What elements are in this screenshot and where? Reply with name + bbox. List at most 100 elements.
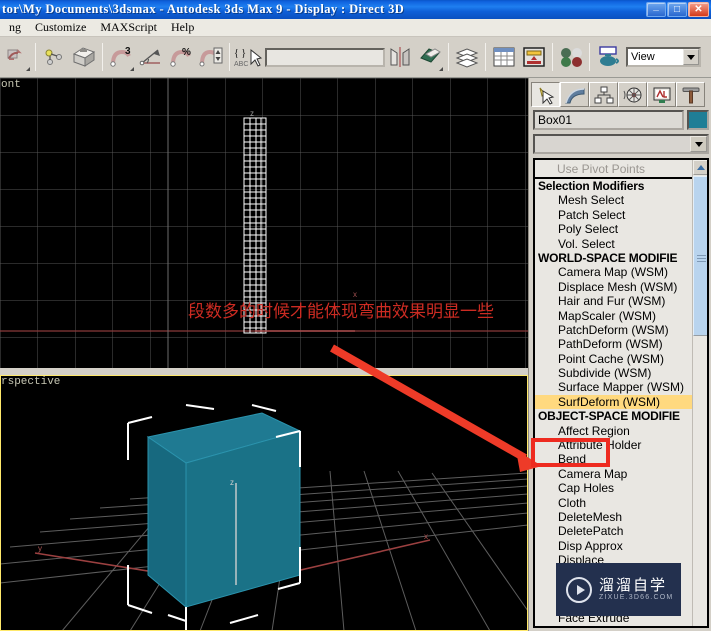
named-selection-sets-icon[interactable]: { } ABC [233, 41, 263, 73]
modifier-list-item[interactable]: Surface Mapper (WSM) [535, 380, 707, 394]
watermark: 溜溜自学 ZIXUE.3D66.COM [556, 563, 681, 616]
menu-maxscript[interactable]: MAXScript [93, 19, 164, 36]
flyout-corner [26, 67, 30, 71]
curve-editor-icon[interactable] [489, 41, 519, 73]
modifier-list-item[interactable]: Disp Approx [535, 539, 707, 553]
toolbar-separator [485, 43, 486, 71]
modifier-list-item[interactable]: PatchDeform (WSM) [535, 323, 707, 337]
angle-snap-icon[interactable] [136, 41, 166, 73]
toolbar-separator [448, 43, 449, 71]
scrollbar-grip-icon [697, 255, 706, 267]
command-panel-tabs [531, 82, 710, 107]
named-selection-input[interactable] [265, 47, 385, 67]
modifier-list-scrollbar[interactable] [692, 160, 707, 626]
modifier-list-item[interactable]: Camera Map (WSM) [535, 265, 707, 279]
coordinate-system-dropdown[interactable]: View [626, 47, 701, 67]
render-setup-icon[interactable] [593, 41, 623, 73]
modifier-list-item[interactable]: PathDeform (WSM) [535, 337, 707, 351]
viewport-perspective[interactable]: z x y rspective [0, 375, 528, 631]
window-title-bar: tor\My Documents\3dsmax - Autodesk 3ds M… [0, 0, 711, 19]
modifier-list-item[interactable]: Mesh Select [535, 193, 707, 207]
maximize-button[interactable]: □ [667, 2, 687, 17]
svg-text:%: % [182, 47, 191, 58]
select-link-icon[interactable] [39, 41, 69, 73]
viewport-splitter[interactable] [0, 368, 528, 375]
annotation-text: 段数多的时候才能体现弯曲效果明显一些 [188, 302, 494, 322]
modifier-list-item[interactable]: DeletePatch [535, 524, 707, 538]
maximize-icon: □ [673, 4, 681, 15]
chevron-down-icon[interactable] [683, 49, 699, 65]
modifier-list-item[interactable]: Vol. Select [535, 237, 707, 251]
material-editor-icon[interactable] [556, 41, 586, 73]
rotate-3-icon[interactable]: 3 [106, 41, 136, 73]
tab-create[interactable] [531, 82, 560, 107]
bind-space-warp-icon[interactable] [69, 41, 99, 73]
watermark-text: 溜溜自学 ZIXUE.3D66.COM [599, 577, 673, 602]
tab-motion[interactable] [618, 82, 647, 107]
modifier-list-item[interactable]: Cap Holes [535, 481, 707, 495]
svg-text:x: x [424, 532, 428, 541]
object-name-field[interactable]: Box01 [533, 110, 684, 130]
chevron-down-icon[interactable] [690, 136, 707, 152]
menu-rendering[interactable]: ng [2, 19, 28, 36]
watermark-cn: 溜溜自学 [599, 576, 668, 594]
modifier-list-dropdown[interactable] [533, 134, 709, 154]
close-button[interactable]: ✕ [688, 2, 709, 17]
modifier-list-item[interactable]: Hair and Fur (WSM) [535, 294, 707, 308]
tab-modify[interactable] [560, 82, 589, 107]
scrollbar-thumb[interactable] [693, 176, 707, 336]
svg-text:ABC: ABC [234, 61, 248, 68]
modifier-list-item[interactable]: Point Cache (WSM) [535, 352, 707, 366]
minimize-button[interactable]: _ [646, 2, 666, 17]
tab-hierarchy[interactable] [589, 82, 618, 107]
flyout-corner [439, 67, 443, 71]
modifier-list-item[interactable]: Affect Region [535, 424, 707, 438]
toolbar-separator [102, 43, 103, 71]
minimize-icon: _ [653, 1, 659, 12]
menu-help[interactable]: Help [164, 19, 201, 36]
percent-snap-icon[interactable]: % [166, 41, 196, 73]
viewport-perspective-label: rspective [1, 376, 61, 388]
watermark-en: ZIXUE.3D66.COM [599, 594, 674, 601]
modifier-list-item[interactable]: SurfDeform (WSM) [535, 394, 707, 410]
undo-icon[interactable] [2, 41, 32, 73]
modifier-list-item[interactable]: Patch Select [535, 208, 707, 222]
modifier-list-item[interactable]: Poly Select [535, 222, 707, 236]
viewport-area: z x ont z x y rspective [0, 78, 528, 631]
toolbar-separator [552, 43, 553, 71]
window-controls: _ □ ✕ [646, 2, 711, 17]
svg-text:{ }: { } [234, 48, 246, 59]
modifier-list-item[interactable]: Camera Map [535, 467, 707, 481]
align-icon[interactable] [415, 41, 445, 73]
modifier-list-item[interactable]: Cloth [535, 496, 707, 510]
mirror-icon[interactable] [385, 41, 415, 73]
scroll-up-button[interactable] [693, 160, 707, 175]
tab-display[interactable] [647, 82, 676, 107]
menu-customize[interactable]: Customize [28, 19, 93, 36]
schematic-view-icon[interactable] [519, 41, 549, 73]
toolbar-separator [35, 43, 36, 71]
modifier-list-item[interactable]: MapScaler (WSM) [535, 309, 707, 323]
spinner-snap-icon[interactable] [196, 41, 226, 73]
toolbar-separator [229, 43, 230, 71]
modifier-list-item[interactable]: Displace Mesh (WSM) [535, 280, 707, 294]
coordinate-system-value: View [631, 51, 655, 63]
toolbar-separator [589, 43, 590, 71]
modifier-list-body[interactable]: Selection Modifiers Mesh Select Patch Sele… [535, 179, 707, 626]
main-toolbar: 3 % { } ABC View [0, 37, 711, 78]
svg-text:z: z [250, 109, 254, 118]
modifier-list-item[interactable]: Subdivide (WSM) [535, 366, 707, 380]
play-circle-icon [566, 576, 592, 603]
layer-manager-icon[interactable] [452, 41, 482, 73]
menu-bar: ng Customize MAXScript Help [0, 19, 711, 37]
object-color-swatch[interactable] [687, 110, 709, 130]
command-panel: Box01 Use Pivot Points Selection Modifie… [528, 78, 711, 631]
object-name-row: Box01 [533, 110, 709, 130]
close-icon: ✕ [694, 4, 703, 15]
modifier-list-item[interactable]: DeleteMesh [535, 510, 707, 524]
tab-utilities[interactable] [676, 82, 705, 107]
svg-text:y: y [38, 544, 42, 553]
modifier-group-header: OBJECT-SPACE MODIFIE [538, 409, 680, 424]
viewport-front[interactable]: z x ont [0, 78, 528, 374]
modifier-dropdown-list[interactable]: Use Pivot Points Selection Modifiers Mesh… [533, 158, 709, 628]
